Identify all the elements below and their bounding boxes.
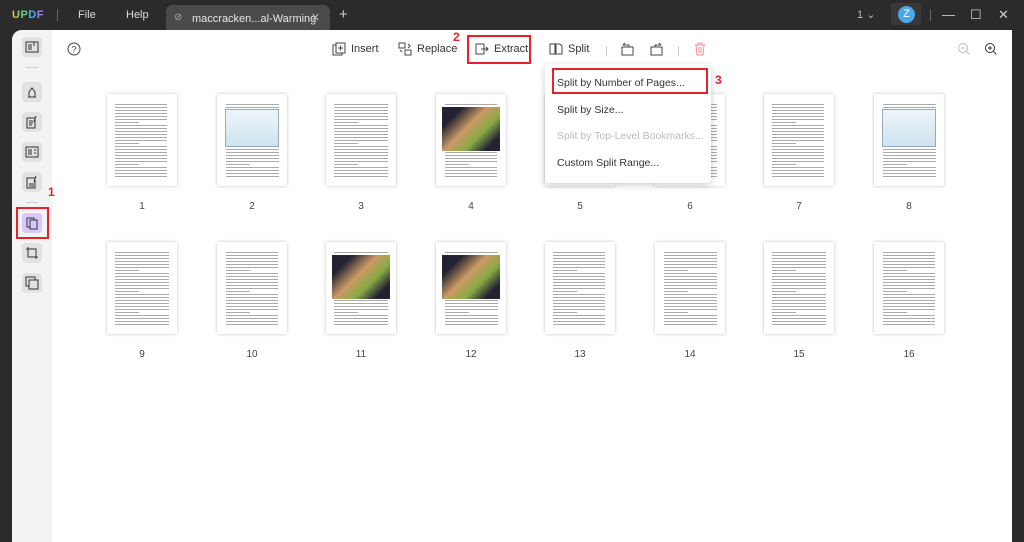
replace-button[interactable]: Replace xyxy=(398,42,457,56)
page-number: 16 xyxy=(903,349,915,360)
tab-title: maccracken...al-Warming xyxy=(192,13,317,25)
chart-image xyxy=(225,109,279,147)
menu-item-custom-split-range[interactable]: Custom Split Range... xyxy=(557,157,659,169)
account-button[interactable]: Z xyxy=(891,3,921,25)
map-image xyxy=(442,255,500,299)
page-tools-icon[interactable] xyxy=(22,273,42,293)
highlight-box-2 xyxy=(467,35,531,64)
close-window-button[interactable]: ✕ xyxy=(998,7,1009,23)
page-indicator: 1 xyxy=(857,9,864,21)
divider xyxy=(57,9,58,21)
page-number: 1 xyxy=(139,201,145,212)
page-thumbnail[interactable] xyxy=(217,94,287,186)
insert-icon xyxy=(332,42,346,56)
new-tab-button[interactable]: + xyxy=(339,6,348,23)
updf-logo: UPDF xyxy=(12,9,44,21)
rotate-left-button[interactable] xyxy=(620,42,634,56)
cloud-off-icon: ⊘ xyxy=(174,12,183,23)
page-selector[interactable]: 1 ⌄ xyxy=(857,8,875,21)
edit-pdf-icon[interactable] xyxy=(22,112,42,132)
menu-file[interactable]: File xyxy=(78,9,96,21)
delete-button[interactable] xyxy=(693,42,707,56)
split-label: Split xyxy=(568,43,590,55)
page-number: 14 xyxy=(684,349,696,360)
divider xyxy=(26,202,38,203)
sign-icon[interactable] xyxy=(22,172,42,192)
split-icon xyxy=(549,43,563,55)
rotate-left-icon xyxy=(621,42,634,56)
help-icon: ? xyxy=(67,42,81,56)
page-thumbnail[interactable] xyxy=(436,242,506,334)
step-3-label: 3 xyxy=(715,73,722,87)
page-number: 10 xyxy=(246,349,258,360)
page-thumbnail[interactable] xyxy=(655,242,725,334)
trash-icon xyxy=(695,42,705,56)
page-number: 7 xyxy=(796,201,802,212)
replace-label: Replace xyxy=(417,43,458,55)
page-thumbnail[interactable] xyxy=(217,242,287,334)
page-thumbnail[interactable] xyxy=(874,242,944,334)
crop-icon[interactable] xyxy=(22,243,42,263)
map-image xyxy=(442,107,500,151)
page-number: 11 xyxy=(355,349,367,360)
title-bar: UPDF File Help ⊘ maccracken...al-Warming… xyxy=(0,0,1024,30)
divider xyxy=(606,46,607,56)
insert-button[interactable]: Insert xyxy=(332,42,379,56)
replace-icon xyxy=(398,42,412,56)
page-number: 3 xyxy=(358,201,364,212)
page-number: 8 xyxy=(906,201,912,212)
form-icon[interactable] xyxy=(22,142,42,162)
divider xyxy=(678,46,679,56)
tab-close-icon[interactable]: ✕ xyxy=(311,11,320,24)
page-thumbnail[interactable] xyxy=(326,242,396,334)
page-number: 9 xyxy=(139,349,145,360)
page-thumbnail[interactable] xyxy=(874,94,944,186)
insert-label: Insert xyxy=(351,43,379,55)
menu-item-split-by-size[interactable]: Split by Size... xyxy=(557,104,624,116)
rotate-right-button[interactable] xyxy=(650,42,664,56)
chevron-down-icon: ⌄ xyxy=(866,9,876,21)
split-button[interactable]: Split xyxy=(549,42,589,56)
page-thumbnail[interactable] xyxy=(326,94,396,186)
avatar: Z xyxy=(898,6,915,23)
svg-text:?: ? xyxy=(71,45,76,55)
page-thumbnail[interactable] xyxy=(764,242,834,334)
step-1-label: 1 xyxy=(48,185,55,199)
page-number: 5 xyxy=(577,201,583,212)
page-number: 12 xyxy=(465,349,477,360)
minimize-button[interactable]: — xyxy=(942,7,955,22)
highlight-box-3 xyxy=(552,68,708,94)
rotate-right-icon xyxy=(650,42,663,56)
maximize-button[interactable]: ☐ xyxy=(970,7,982,23)
document-tab[interactable]: ⊘ maccracken...al-Warming ✕ xyxy=(166,5,330,30)
page-number: 4 xyxy=(468,201,474,212)
organize-toolbar: ? Insert Replace Extract 2 Split xyxy=(12,30,1012,68)
help-button[interactable]: ? xyxy=(67,42,81,56)
page-thumbnail[interactable] xyxy=(436,94,506,186)
zoom-out-button[interactable] xyxy=(957,42,971,56)
page-number: 6 xyxy=(687,201,693,212)
page-thumbnail[interactable] xyxy=(545,242,615,334)
map-image xyxy=(332,255,390,299)
menu-item-split-by-bookmarks: Split by Top-Level Bookmarks... xyxy=(557,130,704,142)
page-thumbnail[interactable] xyxy=(107,242,177,334)
page-number: 15 xyxy=(793,349,805,360)
comment-highlight-icon[interactable] xyxy=(22,82,42,102)
page-thumbnail[interactable] xyxy=(764,94,834,186)
page-number: 2 xyxy=(249,201,255,212)
highlight-box-1 xyxy=(16,207,49,239)
page-thumbnail[interactable] xyxy=(107,94,177,186)
step-2-label: 2 xyxy=(453,30,460,44)
menu-help[interactable]: Help xyxy=(126,9,149,21)
left-toolbar: 1 xyxy=(12,30,55,542)
zoom-out-icon xyxy=(958,43,970,55)
split-dropdown-menu: Split by Number of Pages... Split by Siz… xyxy=(545,64,711,183)
main-panel: 1 ? Insert Replace Extract 2 Split 12345… xyxy=(12,30,1012,542)
chart-image xyxy=(882,109,936,147)
page-number: 13 xyxy=(574,349,586,360)
zoom-in-button[interactable] xyxy=(984,42,998,56)
divider xyxy=(930,9,931,21)
zoom-in-icon xyxy=(985,43,997,55)
